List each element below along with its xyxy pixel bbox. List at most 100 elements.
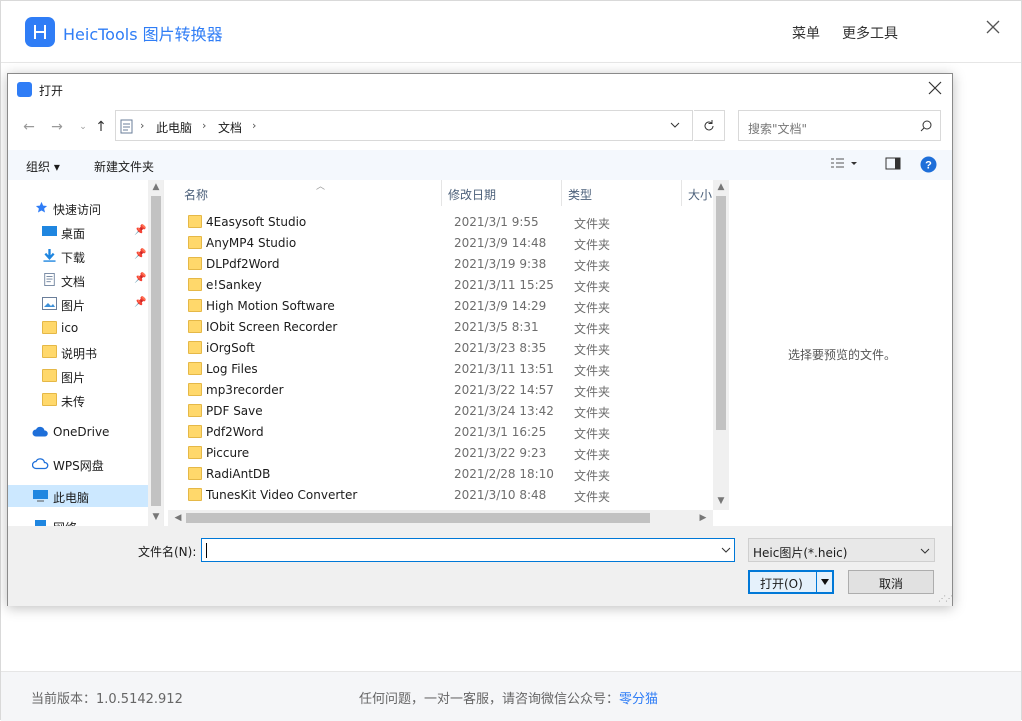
file-row[interactable]: PDF Save 2021/3/24 13:42 文件夹 [188, 400, 708, 421]
cancel-button-label: 取消 [879, 577, 904, 591]
dialog-app-icon [17, 82, 32, 97]
scroll-up-icon[interactable]: ▲ [148, 182, 163, 192]
computer-icon [33, 490, 48, 502]
file-list-hscrollbar[interactable]: ◀ ▶ [168, 510, 713, 526]
folder-icon [188, 257, 202, 270]
file-date: 2021/3/22 14:57 [454, 383, 554, 397]
up-arrow-icon[interactable]: ↑ [92, 118, 110, 136]
nav-item-label: 下载 [61, 251, 86, 265]
file-row[interactable]: High Motion Software 2021/3/9 14:29 文件夹 [188, 295, 708, 316]
back-arrow-icon[interactable]: ← [20, 118, 38, 136]
view-options-icon[interactable] [830, 157, 860, 171]
file-row[interactable]: e!Sankey 2021/3/11 15:25 文件夹 [188, 274, 708, 295]
breadcrumb-separator[interactable]: › [252, 119, 256, 132]
new-folder-button[interactable]: 新建文件夹 [94, 158, 154, 175]
folder-icon [188, 215, 202, 228]
file-date: 2021/3/19 9:38 [454, 257, 547, 271]
search-input[interactable]: 搜索"文档" [738, 110, 941, 141]
nav-pictures[interactable]: 图片 📌 [8, 293, 148, 315]
column-header-name[interactable]: 名称 ︿ [178, 180, 442, 206]
file-name: High Motion Software [206, 299, 335, 313]
nav-network[interactable]: 网络 [8, 515, 148, 526]
file-row[interactable]: TunesKit Video Converter 2021/3/10 8:48 文件… [188, 484, 708, 505]
file-row[interactable]: 4Easysoft Studio 2021/3/1 9:55 文件夹 [188, 211, 708, 232]
file-row[interactable]: iOrgSoft 2021/3/23 8:35 文件夹 [188, 337, 708, 358]
help-icon[interactable]: ? [920, 156, 937, 173]
forward-arrow-icon[interactable]: → [48, 118, 66, 136]
scroll-left-icon[interactable]: ◀ [170, 513, 186, 523]
file-type: 文件夹 [574, 448, 611, 462]
column-header-date[interactable]: 修改日期 [442, 180, 562, 206]
file-list-vscrollbar[interactable]: ▲ ▼ [713, 180, 729, 510]
file-name: RadiAntDB [206, 467, 271, 481]
svg-text:?: ? [925, 160, 932, 172]
file-row[interactable]: IObit Screen Recorder 2021/3/5 8:31 文件夹 [188, 316, 708, 337]
file-date: 2021/3/10 8:48 [454, 488, 547, 502]
folder-icon [42, 345, 57, 358]
file-type: 文件夹 [574, 322, 611, 336]
refresh-icon [704, 120, 714, 131]
address-bar[interactable]: › 此电脑 › 文档 › [115, 110, 693, 141]
nav-this-pc[interactable]: 此电脑 [8, 485, 148, 507]
breadcrumb-documents[interactable]: 文档 [218, 119, 242, 136]
nav-downloads[interactable]: 下载 📌 [8, 245, 148, 267]
dialog-bottom-bar: 文件名(N): Heic图片(*.heic) 打开(O) 取消 [8, 526, 952, 606]
more-tools-button[interactable]: 更多工具 [842, 23, 898, 43]
breadcrumb-separator[interactable]: › [202, 119, 206, 132]
chevron-down-icon[interactable] [668, 118, 682, 132]
file-row[interactable]: Pdf2Word 2021/3/1 16:25 文件夹 [188, 421, 708, 442]
file-type: 文件夹 [574, 385, 611, 399]
nav-item-label: 快速访问 [53, 203, 102, 217]
file-name: Piccure [206, 446, 250, 460]
scroll-up-icon[interactable]: ▲ [713, 182, 729, 192]
scroll-down-icon[interactable]: ▼ [713, 496, 729, 506]
scroll-down-icon[interactable]: ▼ [148, 512, 163, 522]
nav-scrollbar[interactable]: ▲ ▼ [148, 180, 163, 526]
resize-grip-icon[interactable]: ⋰⋰ [938, 594, 953, 603]
file-row[interactable]: AnyMP4 Studio 2021/3/9 14:48 文件夹 [188, 232, 708, 253]
file-row[interactable]: DLPdf2Word 2021/3/19 9:38 文件夹 [188, 253, 708, 274]
contact-link[interactable]: 零分猫 [619, 692, 658, 707]
breadcrumb-separator[interactable]: › [140, 119, 144, 132]
nav-documents[interactable]: 文档 📌 [8, 269, 148, 291]
file-row[interactable]: Log Files 2021/3/11 13:51 文件夹 [188, 358, 708, 379]
scroll-right-icon[interactable]: ▶ [695, 513, 711, 523]
recent-locations-icon[interactable]: ⌄ [74, 118, 92, 136]
folder-icon [188, 383, 202, 396]
pin-icon: 📌 [134, 225, 147, 236]
filetype-select[interactable]: Heic图片(*.heic) [748, 538, 935, 562]
cloud-icon [32, 426, 48, 437]
file-row[interactable]: Piccure 2021/3/22 9:23 文件夹 [188, 442, 708, 463]
breadcrumb-this-pc[interactable]: 此电脑 [156, 119, 192, 136]
open-options-dropdown-icon[interactable] [820, 577, 830, 587]
preview-pane-icon[interactable] [885, 157, 901, 171]
open-button[interactable]: 打开(O) [748, 570, 834, 594]
nav-folder-unsent[interactable]: 未传 [8, 389, 148, 411]
column-header-type[interactable]: 类型 [562, 180, 682, 206]
organize-button[interactable]: 组织 ▾ [26, 158, 60, 175]
nav-desktop[interactable]: 桌面 📌 [8, 221, 148, 243]
search-icon[interactable] [919, 119, 933, 133]
nav-onedrive[interactable]: OneDrive [8, 421, 148, 443]
file-row[interactable]: mp3recorder 2021/3/22 14:57 文件夹 [188, 379, 708, 400]
file-row[interactable]: RadiAntDB 2021/2/28 18:10 文件夹 [188, 463, 708, 484]
nav-wps-cloud[interactable]: WPS网盘 [8, 453, 148, 475]
file-list-hscrollbar-thumb[interactable] [186, 513, 650, 523]
nav-folder-manual[interactable]: 说明书 [8, 341, 148, 363]
file-type: 文件夹 [574, 217, 611, 231]
nav-scrollbar-thumb[interactable] [151, 196, 161, 506]
cancel-button[interactable]: 取消 [848, 570, 934, 594]
chevron-down-icon[interactable] [720, 544, 732, 556]
pin-icon: 📌 [134, 249, 147, 260]
menu-button[interactable]: 菜单 [792, 23, 820, 43]
star-icon [35, 201, 48, 213]
dialog-close-icon[interactable] [928, 81, 944, 97]
file-list-vscrollbar-thumb[interactable] [716, 196, 726, 430]
refresh-button[interactable] [694, 110, 725, 141]
app-close-icon[interactable] [985, 19, 1003, 37]
nav-folder-ico[interactable]: ico [8, 317, 148, 339]
file-date: 2021/3/5 8:31 [454, 320, 539, 334]
nav-quick-access[interactable]: 快速访问 [8, 197, 148, 219]
nav-folder-pictures[interactable]: 图片 [8, 365, 148, 387]
filename-input[interactable] [201, 538, 735, 562]
